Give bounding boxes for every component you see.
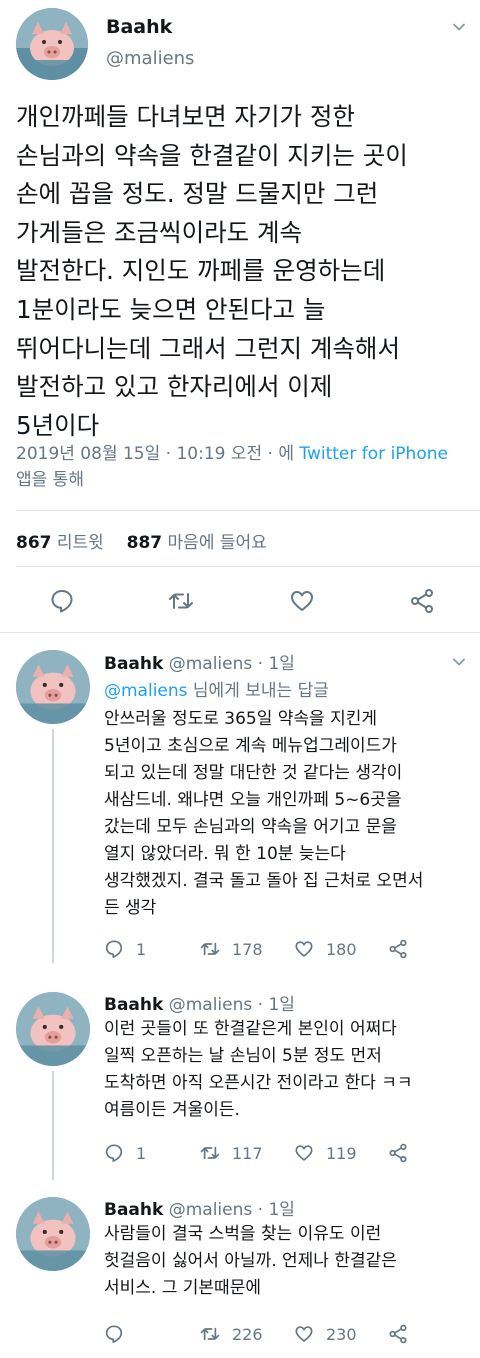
divider	[16, 566, 480, 567]
reply-action[interactable]: 1	[104, 937, 146, 961]
share-icon	[389, 1324, 407, 1344]
display-name[interactable]: Baahk	[106, 16, 172, 38]
likes-stat[interactable]: 887 마음에 들어요	[127, 533, 267, 553]
like-count: 119	[326, 1143, 357, 1163]
share-icon	[389, 1143, 407, 1163]
retweets-label: 리트윗	[51, 533, 104, 553]
reply-header: Baahk @maliens · 1일	[104, 1200, 295, 1220]
divider	[16, 510, 480, 511]
reply-time[interactable]: 1일	[268, 1200, 294, 1220]
like-icon	[295, 941, 313, 957]
share-icon	[389, 939, 407, 959]
reply-action[interactable]	[104, 1322, 136, 1346]
display-name[interactable]: Baahk	[104, 1200, 163, 1220]
reply-text: 안쓰러울 정도로 365일 약속을 지킨게 5년이고 초심으로 계속 메뉴업그레…	[104, 709, 424, 918]
retweet-action[interactable]: 117	[200, 1141, 263, 1165]
retweet-icon[interactable]	[168, 588, 194, 614]
like-action[interactable]: 119	[294, 1141, 357, 1165]
reply-icon[interactable]	[49, 588, 75, 614]
retweets-count: 867	[16, 533, 52, 553]
chevron-down-icon[interactable]	[452, 20, 466, 34]
reply-time[interactable]: 1일	[268, 995, 294, 1015]
retweet-icon	[200, 942, 220, 956]
reply-actions: 226 230	[104, 1322, 434, 1346]
reply-icon	[105, 940, 123, 958]
reply-count: 1	[136, 939, 147, 959]
retweet-action[interactable]: 226	[200, 1322, 263, 1346]
reply-to-handle[interactable]: @maliens	[104, 681, 188, 701]
reply-count: 1	[136, 1143, 147, 1163]
source-suffix: 앱을 통해	[16, 470, 84, 490]
pig-avatar-image	[16, 650, 90, 724]
like-count: 230	[326, 1324, 357, 1344]
tweet-timestamp: 2019년 08월 15일 · 10:19 오전 · 에	[16, 444, 300, 464]
thread-line	[52, 1071, 54, 1180]
like-icon	[295, 1326, 313, 1342]
share-action[interactable]	[388, 1141, 408, 1165]
reply-icon	[105, 1325, 123, 1343]
reply-tweet[interactable]: Baahk @maliens · 1일 사람들이 결국 스벅을 찾는 이유도 이…	[0, 1180, 480, 1358]
chevron-down-icon[interactable]	[452, 655, 466, 669]
reply-text: 사람들이 결국 스벅을 찾는 이유도 이런 헛걸음이 싫어서 아닐까. 언제나 …	[104, 1224, 397, 1298]
likes-count: 887	[126, 533, 163, 553]
share-action[interactable]	[388, 937, 408, 961]
pig-avatar-image	[16, 992, 90, 1066]
avatar[interactable]	[16, 1197, 90, 1271]
display-name[interactable]: Baahk	[104, 995, 163, 1015]
tweet-meta: 2019년 08월 15일 · 10:19 오전 · 에 Twitter for…	[16, 441, 456, 493]
share-icon[interactable]	[409, 588, 435, 614]
retweet-icon	[200, 1327, 220, 1341]
reply-actions: 1 178 180	[104, 937, 434, 961]
retweet-count: 226	[232, 1324, 263, 1344]
like-action[interactable]: 180	[294, 937, 357, 961]
like-icon	[295, 1145, 313, 1161]
source-link[interactable]: Twitter for iPhone	[299, 444, 448, 464]
tweet-text: 개인까페들 다녀보면 자기가 정한 손님과의 약속을 한결같이 지키는 곳이 손…	[16, 102, 408, 440]
likes-label: 마음에 들어요	[162, 533, 267, 553]
display-name[interactable]: Baahk	[104, 654, 163, 674]
like-count: 180	[326, 939, 357, 959]
tweet-actions	[0, 584, 480, 618]
pig-avatar-image	[16, 8, 88, 80]
reply-actions: 1 117 119	[104, 1141, 434, 1165]
engagement-stats: 867 리트윗 887 마음에 들어요	[16, 528, 267, 553]
retweet-icon	[200, 1146, 220, 1160]
user-handle[interactable]: @maliens	[169, 654, 253, 674]
user-handle[interactable]: @maliens	[106, 48, 194, 69]
reply-icon	[105, 1144, 123, 1162]
thread-line	[52, 729, 54, 963]
avatar[interactable]	[16, 992, 90, 1066]
reply-action[interactable]: 1	[104, 1141, 146, 1165]
avatar[interactable]	[16, 650, 90, 724]
pig-avatar-image	[16, 1197, 90, 1271]
reply-text: 이런 곳들이 또 한결같은게 본인이 어쩌다 일찍 오픈하는 날 손님이 5분 …	[104, 1019, 413, 1120]
reply-time[interactable]: 1일	[268, 654, 294, 674]
retweet-action[interactable]: 178	[200, 937, 263, 961]
like-icon[interactable]	[289, 588, 315, 614]
retweet-count: 117	[232, 1143, 263, 1163]
reply-to: @maliens 님에게 보내는 답글	[104, 676, 329, 701]
retweet-count: 178	[232, 939, 263, 959]
reply-tweet[interactable]: Baahk @maliens · 1일 이런 곳들이 또 한결같은게 본인이 어…	[0, 975, 480, 1180]
share-action[interactable]	[388, 1322, 408, 1346]
reply-header: Baahk @maliens · 1일	[104, 654, 295, 674]
like-action[interactable]: 230	[294, 1322, 357, 1346]
reply-to-suffix: 님에게 보내는 답글	[187, 681, 329, 701]
user-handle[interactable]: @maliens	[169, 1200, 253, 1220]
user-handle[interactable]: @maliens	[169, 995, 253, 1015]
main-tweet: Baahk @maliens 개인까페들 다녀보면 자기가 정한 손님과의 약속…	[0, 0, 480, 632]
avatar[interactable]	[16, 8, 88, 80]
reply-header: Baahk @maliens · 1일	[104, 995, 295, 1015]
retweets-stat[interactable]: 867 리트윗	[16, 533, 104, 553]
reply-tweet[interactable]: Baahk @maliens · 1일 @maliens 님에게 보내는 답글 …	[0, 633, 480, 963]
